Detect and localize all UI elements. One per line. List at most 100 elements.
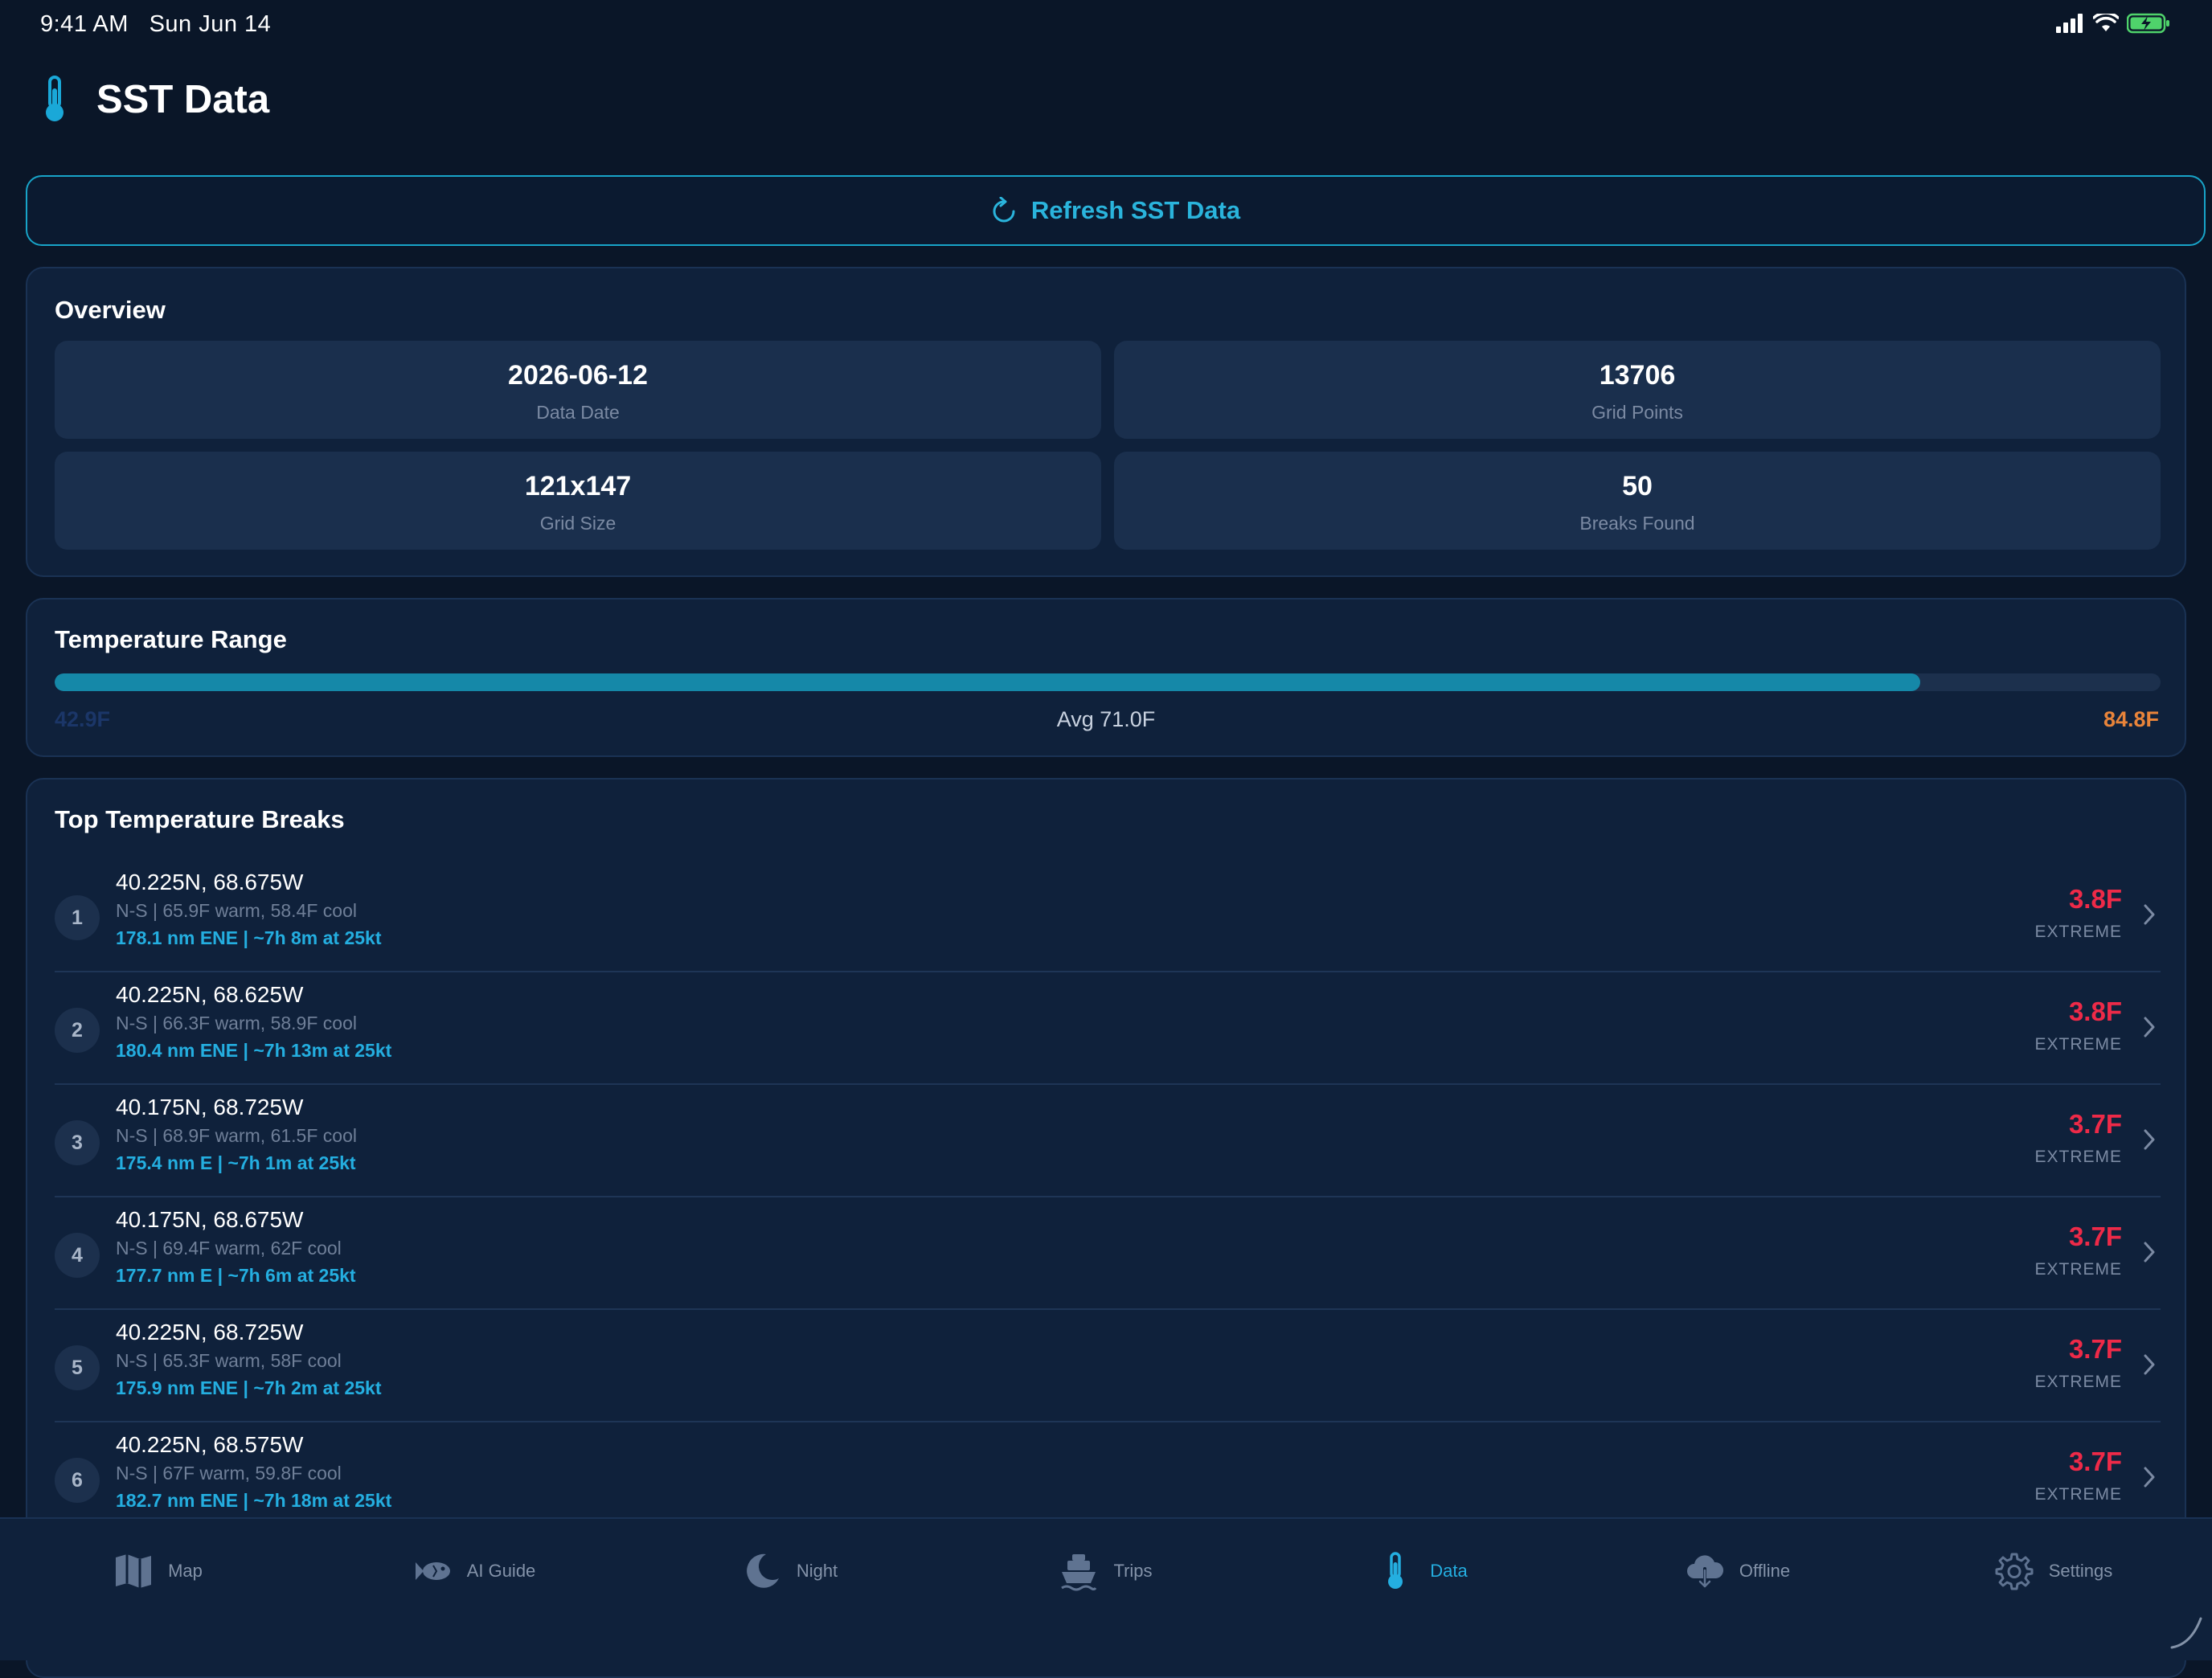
tab-offline[interactable]: Offline xyxy=(1579,1519,1895,1623)
break-coords: 40.175N, 68.725W xyxy=(116,1095,304,1119)
break-severity: EXTREME xyxy=(2034,1485,2122,1504)
break-coords: 40.225N, 68.625W xyxy=(116,982,304,1007)
break-row[interactable]: 4 40.175N, 68.675W N-S | 69.4F warm, 62F… xyxy=(55,1196,2161,1310)
break-eta: 175.4 nm E | ~7h 1m at 25kt xyxy=(116,1152,356,1173)
tab-label: Offline xyxy=(1739,1561,1791,1581)
page-header: SST Data xyxy=(35,74,269,125)
stat-grid-size: 121x147 Grid Size xyxy=(55,452,1101,550)
temperature-max: 84.8F xyxy=(2103,707,2159,731)
break-severity: EXTREME xyxy=(2034,1373,2122,1391)
moon-icon xyxy=(746,1553,779,1588)
status-icons xyxy=(2056,13,2170,34)
corner-resize-icon xyxy=(2170,1617,2202,1649)
chevron-right-icon xyxy=(2144,1354,2155,1375)
break-coords: 40.175N, 68.675W xyxy=(116,1207,304,1232)
wifi-icon xyxy=(2093,14,2119,31)
stat-label: Breaks Found xyxy=(1579,513,1695,534)
fish-icon xyxy=(415,1562,450,1580)
break-severity: EXTREME xyxy=(2034,1035,2122,1054)
stat-label: Data Date xyxy=(536,402,620,423)
chevron-right-icon xyxy=(2144,904,2155,925)
status-date: Sun Jun 14 xyxy=(149,11,272,37)
thermometer-icon xyxy=(1388,1552,1403,1589)
page-title: SST Data xyxy=(96,78,270,121)
rank-badge: 1 xyxy=(55,895,100,940)
break-severity: EXTREME xyxy=(2034,1148,2122,1166)
break-delta: 3.7F xyxy=(2068,1222,2122,1251)
tab-settings[interactable]: Settings xyxy=(1895,1519,2211,1623)
break-detail: N-S | 69.4F warm, 62F cool xyxy=(116,1238,342,1258)
break-eta: 177.7 nm E | ~7h 6m at 25kt xyxy=(116,1265,356,1286)
chevron-right-icon xyxy=(2144,1242,2155,1263)
overview-card: Overview 2026-06-12 Data Date 13706 Grid… xyxy=(26,267,2186,577)
temperature-range-bar xyxy=(55,673,2161,691)
stat-value: 13706 xyxy=(1599,360,1676,391)
break-delta: 3.7F xyxy=(2068,1334,2122,1364)
status-time: 9:41 AM Sun Jun 14 xyxy=(40,11,271,38)
stat-value: 2026-06-12 xyxy=(508,360,648,391)
stat-data-date: 2026-06-12 Data Date xyxy=(55,341,1101,439)
break-delta: 3.7F xyxy=(2068,1109,2122,1139)
break-detail: N-S | 67F warm, 59.8F cool xyxy=(116,1463,342,1484)
stat-value: 50 xyxy=(1622,471,1653,501)
tab-night[interactable]: Night xyxy=(632,1519,948,1623)
rank-badge: 2 xyxy=(55,1008,100,1053)
gear-icon xyxy=(1995,1553,2034,1590)
break-row[interactable]: 5 40.225N, 68.725W N-S | 65.3F warm, 58F… xyxy=(55,1308,2161,1422)
refresh-sst-button[interactable]: Refresh SST Data xyxy=(26,175,2206,246)
status-bar: 9:41 AM Sun Jun 14 xyxy=(0,0,2212,51)
tab-label: Data xyxy=(1430,1561,1468,1581)
temperature-avg: Avg 71.0F xyxy=(1056,707,1156,731)
break-row[interactable]: 3 40.175N, 68.725W N-S | 68.9F warm, 61.… xyxy=(55,1083,2161,1197)
break-eta: 178.1 nm ENE | ~7h 8m at 25kt xyxy=(116,927,382,948)
temperature-range-fill xyxy=(55,673,1921,691)
break-eta: 182.7 nm ENE | ~7h 18m at 25kt xyxy=(116,1490,392,1511)
rank-badge: 3 xyxy=(55,1120,100,1165)
cellular-icon xyxy=(2056,14,2083,33)
break-delta: 3.8F xyxy=(2068,884,2122,914)
break-coords: 40.225N, 68.675W xyxy=(116,870,304,894)
tab-label: Trips xyxy=(1113,1561,1153,1581)
break-detail: N-S | 66.3F warm, 58.9F cool xyxy=(116,1013,357,1033)
temperature-range-title: Temperature Range xyxy=(55,625,287,653)
refresh-label: Refresh SST Data xyxy=(1030,196,1241,224)
refresh-icon xyxy=(993,197,1015,223)
stat-breaks-found: 50 Breaks Found xyxy=(1114,452,2161,550)
break-detail: N-S | 68.9F warm, 61.5F cool xyxy=(116,1125,357,1146)
temperature-range-card: Temperature Range 42.9F Avg 71.0F 84.8F xyxy=(26,598,2186,757)
break-severity: EXTREME xyxy=(2034,923,2122,941)
boat-icon xyxy=(1061,1554,1097,1591)
stat-grid-points: 13706 Grid Points xyxy=(1114,341,2161,439)
tab-label: Settings xyxy=(2048,1561,2113,1581)
tab-ai-guide[interactable]: AI Guide xyxy=(316,1519,632,1623)
status-clock: 9:41 AM xyxy=(40,11,129,37)
battery-charging-icon xyxy=(2127,13,2169,34)
tab-bar: Map AI Guide Night Trips Data Offline Se… xyxy=(0,1517,2212,1660)
break-detail: N-S | 65.9F warm, 58.4F cool xyxy=(116,900,357,921)
break-delta: 3.7F xyxy=(2068,1447,2122,1476)
thermometer-icon xyxy=(46,76,63,121)
stat-label: Grid Points xyxy=(1591,402,1683,423)
tab-label: AI Guide xyxy=(466,1561,536,1581)
break-row[interactable]: 1 40.225N, 68.675W N-S | 65.9F warm, 58.… xyxy=(55,858,2161,972)
rank-badge: 6 xyxy=(55,1458,100,1503)
tab-data[interactable]: Data xyxy=(1264,1519,1579,1623)
tab-map[interactable]: Map xyxy=(0,1519,316,1623)
temperature-breaks-title: Top Temperature Breaks xyxy=(55,805,345,833)
break-detail: N-S | 65.3F warm, 58F cool xyxy=(116,1350,342,1371)
break-row[interactable]: 2 40.225N, 68.625W N-S | 66.3F warm, 58.… xyxy=(55,971,2161,1085)
break-severity: EXTREME xyxy=(2034,1260,2122,1279)
break-eta: 180.4 nm ENE | ~7h 13m at 25kt xyxy=(116,1040,392,1061)
stat-label: Grid Size xyxy=(539,513,616,534)
break-eta: 175.9 nm ENE | ~7h 2m at 25kt xyxy=(116,1377,382,1398)
chevron-right-icon xyxy=(2144,1017,2155,1037)
chevron-right-icon xyxy=(2144,1129,2155,1150)
rank-badge: 5 xyxy=(55,1345,100,1390)
cloud-download-icon xyxy=(1686,1555,1723,1588)
tab-label: Map xyxy=(168,1561,203,1581)
tab-trips[interactable]: Trips xyxy=(948,1519,1264,1623)
break-delta: 3.8F xyxy=(2068,997,2122,1026)
stat-value: 121x147 xyxy=(524,471,632,501)
chevron-right-icon xyxy=(2144,1467,2155,1488)
rank-badge: 4 xyxy=(55,1233,100,1278)
